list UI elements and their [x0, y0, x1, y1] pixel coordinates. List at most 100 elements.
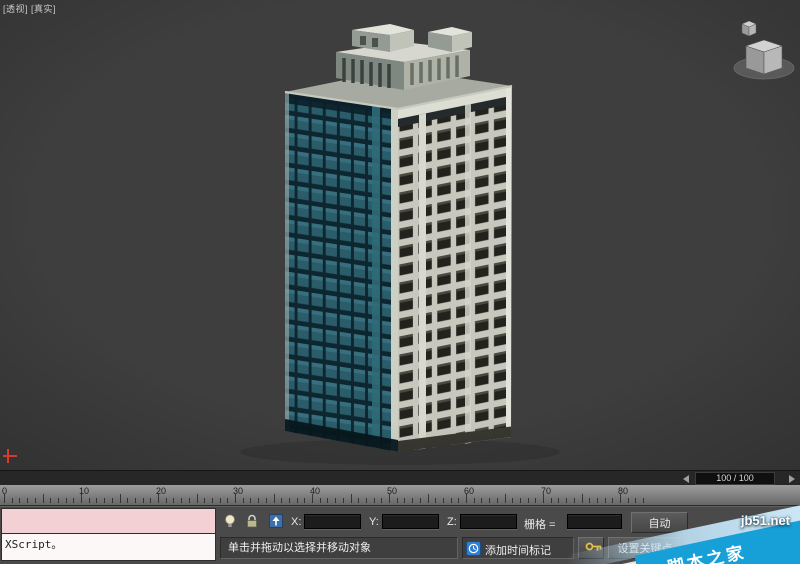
timeline-tick	[450, 498, 452, 503]
timeline-tick	[496, 498, 498, 503]
timeline-tick	[119, 494, 121, 503]
timeline-tick	[473, 498, 475, 503]
time-tag-icon	[466, 541, 481, 556]
timeline-tick	[350, 494, 352, 503]
z-coord-field[interactable]	[460, 514, 517, 529]
timeline-tick	[250, 498, 252, 503]
timeline-tick	[127, 498, 129, 503]
timeline-tick	[273, 494, 275, 503]
timeline-tick	[204, 498, 206, 503]
set-keys-button[interactable]	[578, 537, 604, 559]
timeline-tick	[527, 498, 529, 503]
maxscript-mini-listener[interactable]: XScript。	[1, 508, 216, 562]
bulb-icon[interactable]	[222, 513, 238, 529]
add-time-tag[interactable]: 添加时间标记	[462, 537, 574, 559]
timeline-tick	[512, 498, 514, 503]
timeline-tick	[88, 498, 90, 503]
timeline-tick	[34, 498, 36, 503]
timeline-frame-number: 60	[464, 486, 475, 496]
timeline-tick	[489, 498, 491, 503]
x-coord-label: X:	[291, 516, 302, 528]
timeline-tick	[111, 498, 113, 503]
timeline-tick	[242, 498, 244, 503]
building-model[interactable]	[0, 0, 800, 470]
timeline-tick	[396, 498, 398, 503]
timeline-tick	[327, 498, 329, 503]
timeline-ruler[interactable]: 0 10 20 30 40 50 60 70 80	[0, 485, 800, 506]
listener-pane[interactable]: XScript。	[1, 533, 216, 561]
viewcube-cube[interactable]	[745, 39, 783, 75]
timeline-tick	[458, 498, 460, 503]
lock-icon[interactable]	[244, 513, 260, 529]
timeline-tick	[535, 498, 537, 503]
viewcube-home-icon[interactable]	[741, 20, 757, 37]
timeline-tick	[419, 498, 421, 503]
frame-bar: 100 / 100	[0, 470, 800, 485]
timeline-tick	[181, 498, 183, 503]
timeline-tick	[211, 498, 213, 503]
timeline-frame-number: 50	[387, 486, 398, 496]
timeline-tick	[635, 498, 637, 503]
timeline-tick	[173, 498, 175, 503]
grid-label: 栅格 =	[524, 519, 556, 531]
timeline-tick	[258, 498, 260, 503]
timeline-frame-number: 30	[233, 486, 244, 496]
timeline-tick	[442, 498, 444, 503]
auto-key-button[interactable]: 自动	[631, 512, 688, 533]
timeline-tick	[304, 498, 306, 503]
next-frame-icon[interactable]	[789, 475, 795, 483]
viewport-label[interactable]: [透视] [真实]	[3, 2, 56, 15]
timeline-tick	[219, 498, 221, 503]
timeline-tick	[612, 498, 614, 503]
y-coord-field[interactable]	[382, 514, 439, 529]
timeline-tick	[227, 498, 229, 503]
timeline-tick	[558, 498, 560, 503]
timeline-tick	[142, 498, 144, 503]
timeline-tick	[427, 494, 429, 503]
key-icon	[585, 542, 602, 551]
timeline-tick	[373, 498, 375, 503]
timeline-tick	[296, 498, 298, 503]
grid-value-field[interactable]	[567, 514, 622, 529]
viewport-vignette	[0, 0, 800, 470]
timeline-frame-number: 70	[541, 486, 552, 496]
3dsmax-window: [透视] [真实] 100 / 100 0 10 20 30 40 50 60 …	[0, 0, 800, 564]
timeline-tick	[481, 498, 483, 503]
timeline-tick	[504, 494, 506, 503]
frame-counter: 100 / 100	[695, 472, 775, 485]
timeline-frame-number: 10	[79, 486, 90, 496]
timeline-tick	[358, 498, 360, 503]
listener-text: XScript。	[5, 538, 63, 551]
timeline-frame-number: 20	[156, 486, 167, 496]
timeline-tick	[589, 498, 591, 503]
timeline-tick	[581, 494, 583, 503]
timeline-tick	[596, 498, 598, 503]
timeline-tick	[519, 498, 521, 503]
transform-mode-icon[interactable]	[268, 513, 284, 529]
timeline-tick	[550, 498, 552, 503]
y-coord-label: Y:	[369, 516, 379, 528]
timeline-tick	[104, 498, 106, 503]
timeline-tick	[281, 498, 283, 503]
prev-frame-icon[interactable]	[683, 475, 689, 483]
timeline-tick	[365, 498, 367, 503]
timeline-tick	[19, 498, 21, 503]
perspective-viewport[interactable]: [透视] [真实]	[0, 0, 800, 470]
timeline-tick	[566, 498, 568, 503]
timeline-tick	[188, 498, 190, 503]
set-key-button[interactable]: 设置关键点	[608, 537, 682, 559]
timeline-tick	[404, 498, 406, 503]
timeline-tick	[96, 498, 98, 503]
timeline-tick	[265, 498, 267, 503]
x-coord-field[interactable]	[304, 514, 361, 529]
timeline-tick	[65, 498, 67, 503]
timeline-tick	[196, 494, 198, 503]
timeline-tick	[435, 498, 437, 503]
timeline-tick	[11, 498, 13, 503]
viewcube[interactable]	[728, 14, 800, 92]
timeline-tick	[57, 498, 59, 503]
macro-recorder-pane[interactable]	[1, 508, 216, 533]
timeline-tick	[412, 498, 414, 503]
timeline-tick	[165, 498, 167, 503]
timeline-frame-number: 80	[618, 486, 629, 496]
